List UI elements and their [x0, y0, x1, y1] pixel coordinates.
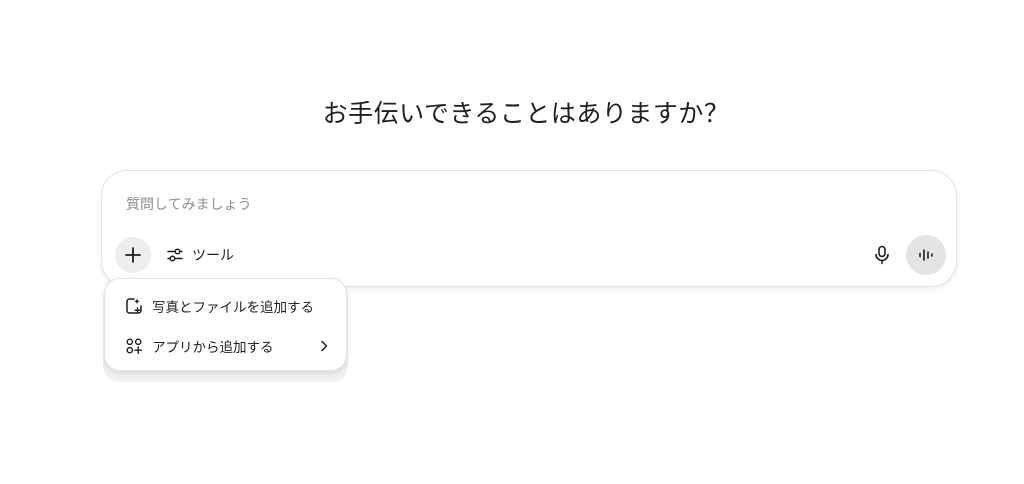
menu-item-label: アプリから追加する: [152, 340, 274, 356]
mic-icon: [875, 245, 889, 265]
prompt-composer: ツール: [101, 170, 957, 287]
tools-label: ツール: [192, 248, 234, 264]
attach-menu: 写真とファイルを追加する アプリから追加する: [104, 278, 347, 371]
menu-item-add-photos-files[interactable]: 写真とファイルを追加する: [105, 286, 346, 326]
page-title: お手伝いできることはありますか？: [322, 99, 730, 128]
voice-waveform-icon: [919, 249, 933, 261]
assistant-home: お手伝いできることはありますか？ ツール: [0, 0, 1024, 484]
photo-add-icon: [125, 297, 143, 315]
add-attachment-button[interactable]: [115, 237, 151, 273]
tools-button[interactable]: ツール: [160, 239, 240, 271]
menu-item-add-from-apps[interactable]: アプリから追加する: [105, 326, 346, 366]
prompt-input[interactable]: [126, 193, 906, 217]
menu-item-label: 写真とファイルを追加する: [152, 300, 314, 316]
chevron-right-icon: [318, 340, 330, 352]
voice-mode-button[interactable]: [906, 235, 946, 275]
microphone-button[interactable]: [864, 237, 900, 273]
plus-icon: [125, 247, 141, 263]
apps-add-icon: [125, 337, 143, 355]
sliders-icon: [167, 248, 183, 262]
